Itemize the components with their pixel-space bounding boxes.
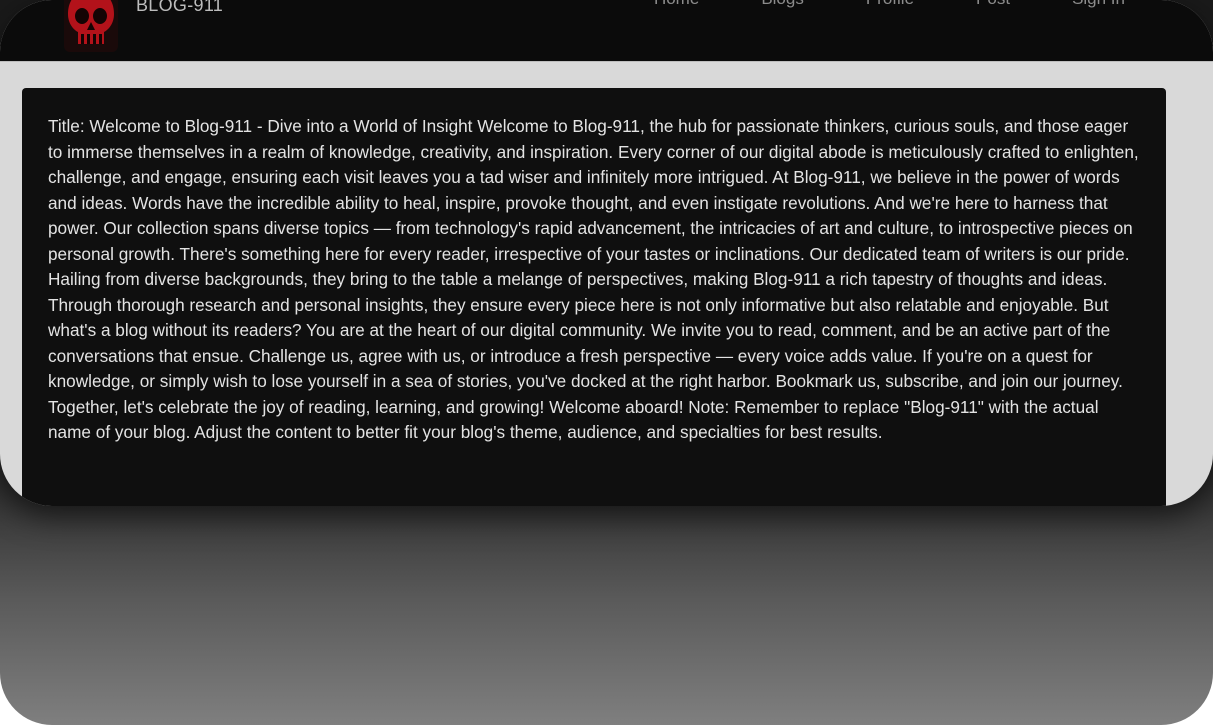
browser-window: BLOG-911 Home Blogs Profile Post Sign In… [0,0,1213,506]
nav-home[interactable]: Home [654,0,699,9]
brand-name[interactable]: BLOG-911 [136,0,223,16]
navbar: BLOG-911 Home Blogs Profile Post Sign In [0,0,1213,62]
nav-blogs[interactable]: Blogs [761,0,804,9]
blog-post-body: Title: Welcome to Blog-911 - Dive into a… [48,116,1139,442]
nav-sign-in[interactable]: Sign In [1072,0,1125,9]
main-nav: Home Blogs Profile Post Sign In [592,0,1125,9]
skull-logo-icon[interactable] [56,0,126,52]
nav-profile[interactable]: Profile [866,0,914,9]
blog-post-card: Title: Welcome to Blog-911 - Dive into a… [22,88,1166,506]
nav-post[interactable]: Post [976,0,1010,9]
